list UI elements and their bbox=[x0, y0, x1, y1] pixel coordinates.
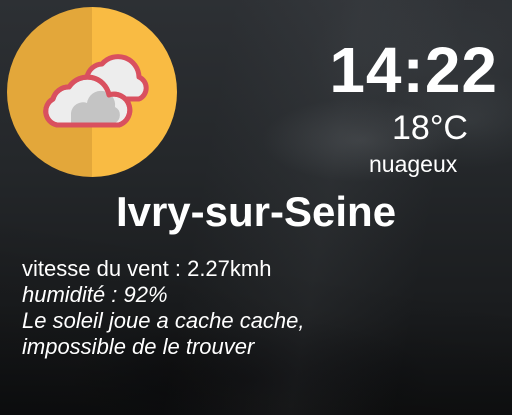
humidity: humidité : 92% bbox=[22, 282, 168, 307]
temperature-value: 18°C bbox=[392, 109, 468, 147]
city-name: Ivry-sur-Seine bbox=[115, 188, 397, 235]
cloudy-icon bbox=[43, 54, 149, 128]
weather-message-line-2: impossible de le trouver bbox=[22, 334, 255, 359]
clock-time: 14:22 bbox=[329, 34, 498, 106]
weather-message-line-1: Le soleil joue a cache cache, bbox=[22, 308, 305, 333]
weather-details: vitesse du vent : 2.27kmh humidité : 92%… bbox=[22, 256, 305, 360]
wind-speed: vitesse du vent : 2.27kmh bbox=[22, 256, 272, 281]
weather-condition: nuageux bbox=[369, 151, 458, 177]
weather-icon-badge bbox=[7, 7, 177, 177]
